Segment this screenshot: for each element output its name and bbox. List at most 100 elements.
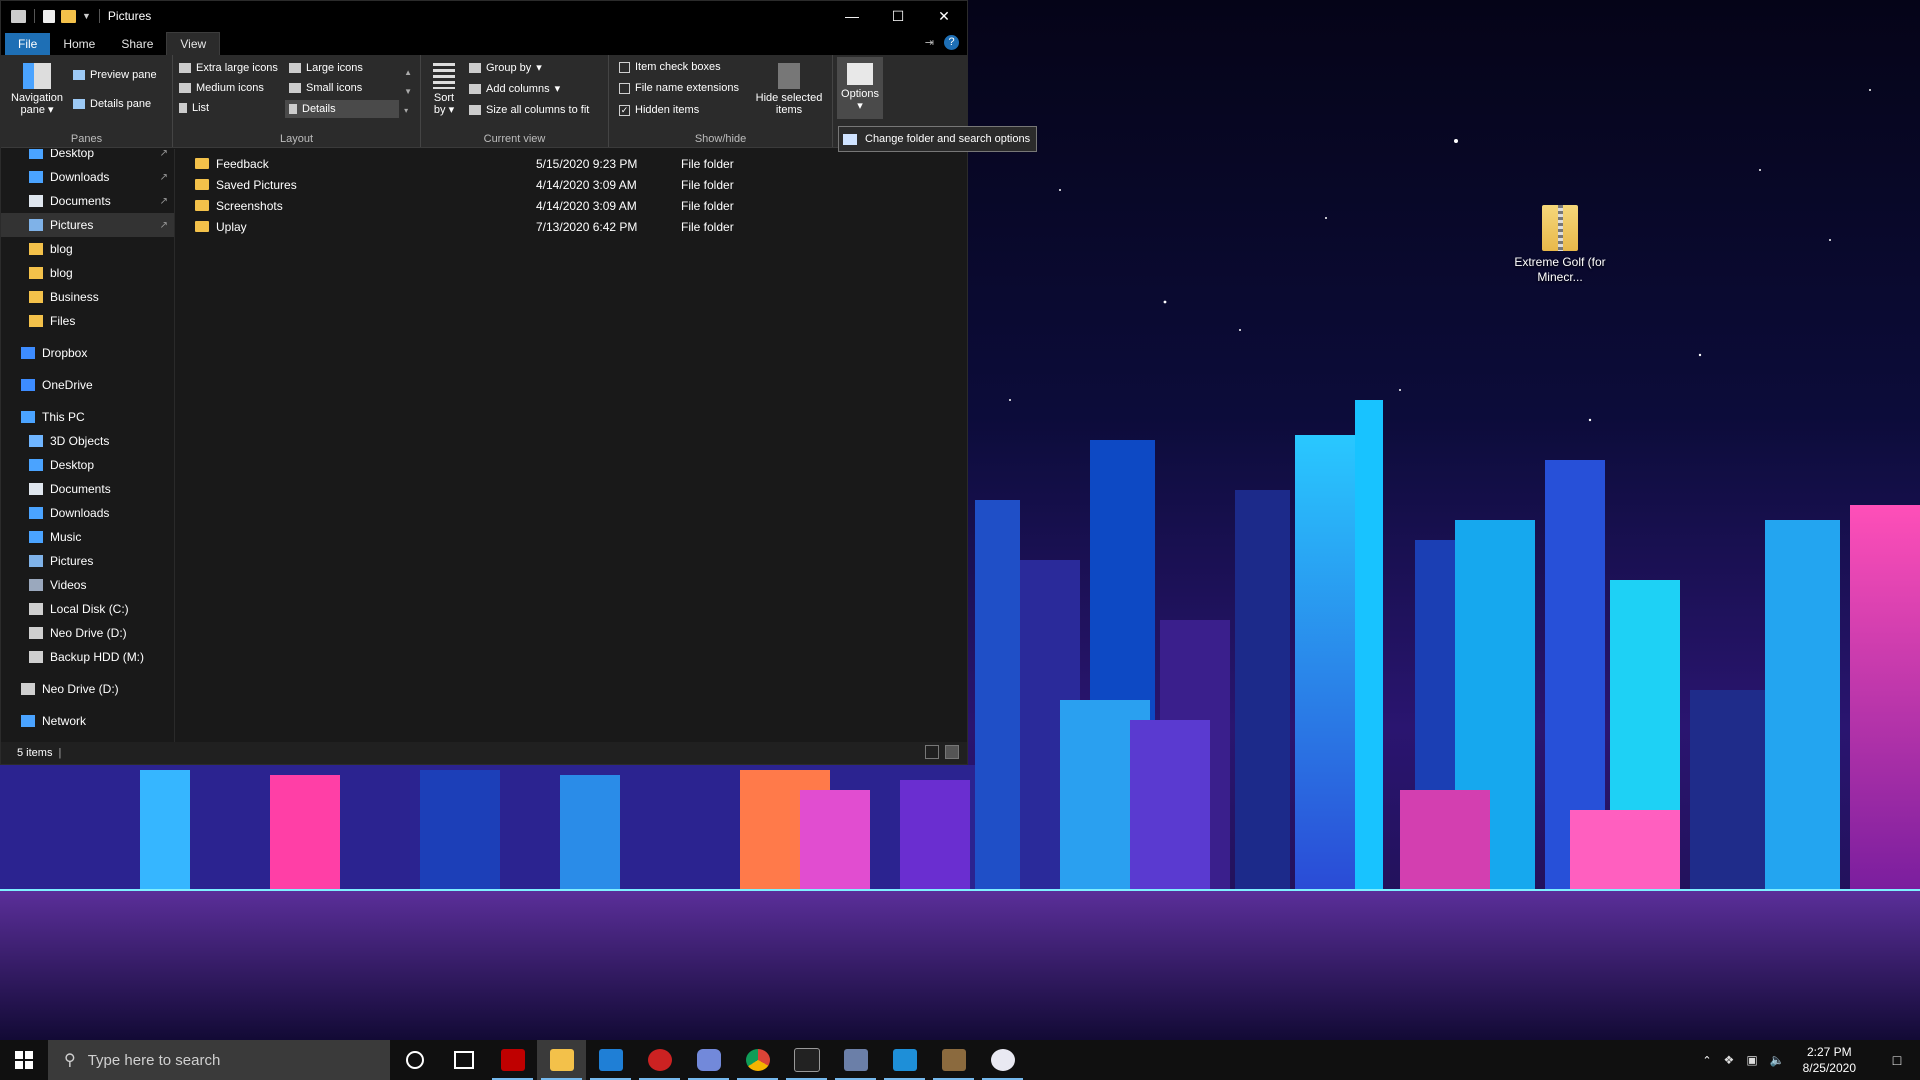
nav-item-pictures[interactable]: Pictures ↗ [1,213,174,237]
nav-item-pictures[interactable]: Pictures [1,549,174,573]
large-icons-view-toggle-icon[interactable] [945,745,959,759]
nav-item-desktop[interactable]: Desktop ↗ [1,149,174,165]
terminal-button[interactable] [782,1040,831,1080]
file-row[interactable]: Saved Pictures 4/14/2020 3:09 AM File fold… [195,174,734,195]
nav-item-blog[interactable]: blog [1,261,174,285]
pob-button[interactable] [635,1040,684,1080]
zip-folder-icon [1542,205,1578,251]
title-bar[interactable]: ▼ Pictures — ☐ ✕ [1,1,967,31]
paint-button[interactable] [978,1040,1027,1080]
tab-share[interactable]: Share [108,33,166,55]
add-columns-button[interactable]: Add columns ▾ [469,82,560,95]
nav-item-documents[interactable]: Documents [1,477,174,501]
nav-item-this-pc[interactable]: This PC [1,405,174,429]
network-tray-icon[interactable]: ▣ [1746,1053,1757,1067]
properties-icon[interactable] [43,9,55,23]
discord-icon [696,1049,721,1071]
pin-icon: ↗ [159,171,168,183]
file-row[interactable]: Uplay 7/13/2020 6:42 PM File folder [195,216,734,237]
desktop-zip-file[interactable]: Extreme Golf (for Minecr... [1510,205,1610,285]
pin-icon: ↗ [159,149,168,159]
group-by-button[interactable]: Group by ▾ [469,61,542,74]
cortana-button[interactable] [390,1040,439,1080]
pin-ribbon-icon[interactable]: ⇥ [925,36,934,49]
vscode-button[interactable] [880,1040,929,1080]
layout-medium-icons[interactable]: Medium icons [179,82,264,94]
pictures-icon [29,219,43,231]
file-row[interactable]: Screenshots 4/14/2020 3:09 AM File folder [195,195,734,216]
help-icon[interactable]: ? [944,35,959,50]
mail-button[interactable] [586,1040,635,1080]
nav-item-label: Music [50,530,82,544]
nav-item-business[interactable]: Business [1,285,174,309]
minecraft-button[interactable] [929,1040,978,1080]
discord-button[interactable] [684,1040,733,1080]
file-name-extensions-checkbox[interactable]: File name extensions [619,82,739,94]
layout-extra-large-icons[interactable]: Extra large icons [179,62,278,74]
close-button[interactable]: ✕ [921,1,967,31]
details-pane-button[interactable]: Details pane [73,98,151,110]
group-by-label: Group by [486,61,532,74]
tab-file[interactable]: File [5,33,51,55]
dropbox-tray-icon[interactable]: ❖ [1724,1053,1735,1067]
file-date-modified: 5/15/2020 9:23 PM [536,156,638,171]
taskbar-search-box[interactable]: ⚲ Type here to search [48,1040,390,1080]
nav-item-files[interactable]: Files [1,309,174,333]
navigation-pane-button[interactable]: Navigation pane ▾ [7,63,67,116]
navigation-pane-icon [23,63,51,89]
item-check-boxes-checkbox[interactable]: Item check boxes [619,61,721,73]
options-button[interactable]: Options ▾ [837,57,883,119]
nav-item-3d-objects[interactable]: 3D Objects [1,429,174,453]
game-button[interactable] [831,1040,880,1080]
layout-small-icons[interactable]: Small icons [289,82,362,94]
file-row[interactable]: Feedback 5/15/2020 9:23 PM File folder [195,153,734,174]
layout-details[interactable]: Details [285,100,399,118]
tab-view[interactable]: View [166,32,221,55]
show-hidden-icons-chevron-icon[interactable]: ⌃ [1702,1054,1711,1067]
nav-item-backup-hdd-m[interactable]: Backup HDD (M:) [1,645,174,669]
minimize-button[interactable]: — [829,1,875,31]
customize-qa-chevron-icon[interactable]: ▼ [82,11,91,21]
nav-item-onedrive[interactable]: OneDrive [1,373,174,397]
file-list[interactable]: Feedback 5/15/2020 9:23 PM File folder Save… [175,149,967,742]
window-system-icon[interactable] [11,9,26,23]
file-explorer-taskbar-button[interactable] [537,1040,586,1080]
sort-by-button[interactable]: Sort by ▾ [429,63,459,116]
nav-item-dropbox[interactable]: Dropbox [1,341,174,365]
chrome-button[interactable] [733,1040,782,1080]
filezilla-button[interactable] [488,1040,537,1080]
qa-separator [98,9,100,23]
clock[interactable]: 2:27 PM 8/25/2020 [1803,1044,1856,1076]
start-button[interactable] [0,1040,48,1080]
nav-item-network[interactable]: Network [1,709,174,733]
layout-scroll-icon[interactable]: ▲ ▼ ▾ [404,63,412,120]
current-view-group: Sort by ▾ Group by ▾ Add columns ▾ Size … [421,55,609,147]
action-center-icon[interactable]: □ [1874,1040,1920,1080]
volume-icon[interactable]: 🔈 [1770,1053,1785,1067]
new-folder-icon[interactable] [61,9,76,23]
preview-pane-label: Preview pane [90,69,157,81]
taskbar: ⚲ Type here to search ⌃ ❖ ▣ 🔈 2:27 PM 8/… [0,1040,1920,1080]
nav-item-blog[interactable]: blog [1,237,174,261]
nav-item-downloads[interactable]: Downloads ↗ [1,165,174,189]
navigation-pane[interactable]: Desktop ↗ Downloads ↗ Documents ↗ Pictures ↗ blo… [1,149,175,742]
nav-item-neo-drive-d[interactable]: Neo Drive (D:) [1,677,174,701]
tab-home[interactable]: Home [50,33,108,55]
sort-icon [433,63,455,89]
nav-item-desktop[interactable]: Desktop [1,453,174,477]
maximize-button[interactable]: ☐ [875,1,921,31]
hide-selected-items-button[interactable]: Hide selected items [751,63,827,116]
nav-item-music[interactable]: Music [1,525,174,549]
details-view-toggle-icon[interactable] [925,745,939,759]
nav-item-local-disk-c[interactable]: Local Disk (C:) [1,597,174,621]
layout-large-icons[interactable]: Large icons [289,62,363,74]
hidden-items-checkbox[interactable]: ✓ Hidden items [619,104,699,116]
nav-item-neo-drive-d[interactable]: Neo Drive (D:) [1,621,174,645]
layout-list[interactable]: List [179,102,209,114]
nav-item-downloads[interactable]: Downloads [1,501,174,525]
nav-item-documents[interactable]: Documents ↗ [1,189,174,213]
preview-pane-button[interactable]: Preview pane [73,69,157,81]
task-view-button[interactable] [439,1040,488,1080]
size-all-columns-button[interactable]: Size all columns to fit [469,104,589,116]
nav-item-videos[interactable]: Videos [1,573,174,597]
